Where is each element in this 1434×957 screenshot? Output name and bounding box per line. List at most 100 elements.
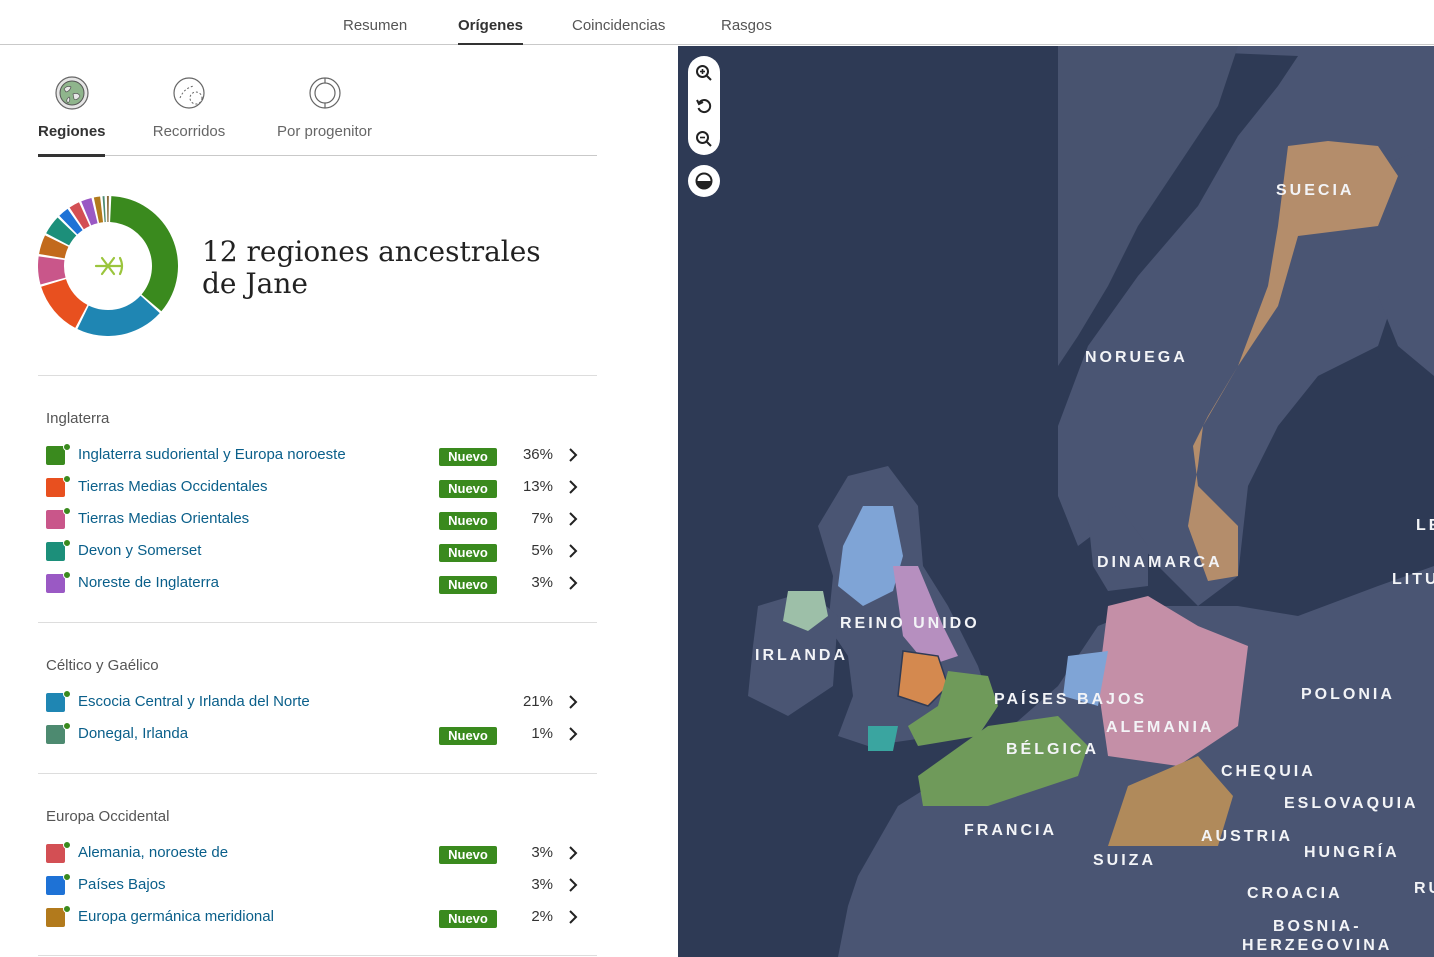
subtab-regiones[interactable]: Regiones [38, 76, 106, 140]
map-label-chequia: CHEQUIA [1221, 763, 1316, 780]
donut-segment[interactable] [38, 256, 66, 285]
map-label-austria: AUSTRIA [1201, 828, 1294, 845]
zoom-controls [688, 56, 720, 155]
tab-resumen[interactable]: Resumen [343, 17, 407, 34]
zoom-in-button[interactable] [688, 56, 720, 89]
chevron-right-icon[interactable] [564, 693, 582, 711]
donut-segment[interactable] [102, 196, 106, 223]
new-indicator-dot [63, 475, 71, 483]
ethnicity-donut-chart[interactable] [38, 196, 178, 336]
new-indicator-dot [63, 841, 71, 849]
region-row[interactable]: Alemania, noroeste de Nuevo 3% [46, 841, 586, 865]
origins-panel: Regiones Recorridos Por progenitor 12 re… [0, 46, 677, 957]
new-badge: Nuevo [439, 910, 497, 928]
tab-rasgos[interactable]: Rasgos [721, 17, 772, 34]
subtab-divider [38, 155, 597, 156]
map-label-paises-bajos: PAÍSES BAJOS [994, 691, 1148, 708]
layer-toggle-button[interactable] [688, 165, 720, 197]
region-row[interactable]: Inglaterra sudoriental y Europa noroeste… [46, 443, 586, 467]
region-name[interactable]: Países Bajos [78, 876, 166, 893]
subtab-recorridos[interactable]: Recorridos [151, 76, 227, 140]
map-label-suiza: SUIZA [1093, 852, 1156, 869]
tab-coincidencias[interactable]: Coincidencias [572, 17, 665, 34]
chevron-right-icon[interactable] [564, 574, 582, 592]
region-row[interactable]: Devon y Somerset Nuevo 5% [46, 539, 586, 563]
region-swatch [46, 478, 65, 497]
region-name[interactable]: Tierras Medias Occidentales [78, 478, 268, 495]
new-indicator-dot [63, 507, 71, 515]
region-percent: 3% [531, 876, 553, 893]
reset-view-button[interactable] [688, 89, 720, 122]
map-label-belgica: BÉLGICA [1006, 741, 1099, 758]
chevron-right-icon[interactable] [564, 725, 582, 743]
donut-segment[interactable] [106, 196, 109, 223]
region-name[interactable]: Inglaterra sudoriental y Europa noroeste [78, 446, 346, 463]
region-percent: 2% [531, 908, 553, 925]
region-swatch [46, 876, 65, 895]
tab-origenes[interactable]: Orígenes [458, 17, 523, 34]
region-swatch [46, 574, 65, 593]
map-label-ru: RU [1414, 880, 1434, 897]
region-name[interactable]: Donegal, Irlanda [78, 725, 188, 742]
region-swatch [46, 725, 65, 744]
ethnicity-map[interactable]: SUECIA NORUEGA DINAMARCA REINO UNIDO IRL… [678, 46, 1434, 957]
new-indicator-dot [63, 571, 71, 579]
region-row[interactable]: Escocia Central y Irlanda del Norte 21% [46, 690, 586, 714]
layer-toggle-icon [695, 172, 713, 190]
chevron-right-icon[interactable] [564, 876, 582, 894]
region-row[interactable]: Donegal, Irlanda Nuevo 1% [46, 722, 586, 746]
region-percent: 7% [531, 510, 553, 527]
region-swatch [46, 542, 65, 561]
top-nav: Resumen Orígenes Coincidencias Rasgos [0, 0, 1434, 45]
chevron-right-icon[interactable] [564, 844, 582, 862]
new-badge: Nuevo [439, 727, 497, 745]
region-name[interactable]: Escocia Central y Irlanda del Norte [78, 693, 310, 710]
region-name[interactable]: Devon y Somerset [78, 542, 201, 559]
new-badge: Nuevo [439, 512, 497, 530]
map-label-francia: FRANCIA [964, 822, 1057, 839]
region-name[interactable]: Noreste de Inglaterra [78, 574, 219, 591]
region-row[interactable]: Noreste de Inglaterra Nuevo 3% [46, 571, 586, 595]
ancestry-leaf-icon [94, 256, 124, 276]
region-name[interactable]: Tierras Medias Orientales [78, 510, 249, 527]
map-label-reino-unido: REINO UNIDO [840, 615, 980, 632]
donut-segment[interactable] [110, 196, 178, 312]
chevron-right-icon[interactable] [564, 510, 582, 528]
zoom-out-button[interactable] [688, 122, 720, 155]
chevron-right-icon[interactable] [564, 446, 582, 464]
donut-segment[interactable] [41, 279, 88, 328]
new-indicator-dot [63, 722, 71, 730]
region-row[interactable]: Tierras Medias Occidentales Nuevo 13% [46, 475, 586, 499]
new-badge: Nuevo [439, 480, 497, 498]
group-title-europa-occidental: Europa Occidental [46, 808, 170, 825]
region-row[interactable]: Tierras Medias Orientales Nuevo 7% [46, 507, 586, 531]
region-percent: 3% [531, 844, 553, 861]
new-badge: Nuevo [439, 576, 497, 594]
region-swatch [46, 446, 65, 465]
chevron-right-icon[interactable] [564, 542, 582, 560]
divider [38, 955, 597, 956]
new-indicator-dot [63, 905, 71, 913]
journeys-icon [173, 77, 205, 109]
region-swatch [46, 510, 65, 529]
map-label-noruega: NORUEGA [1085, 349, 1188, 366]
divider [38, 773, 597, 774]
globe-icon [54, 76, 89, 110]
region-name[interactable]: Alemania, noroeste de [78, 844, 228, 861]
map-label-le: LE [1416, 517, 1434, 534]
divider [38, 375, 597, 376]
chevron-right-icon[interactable] [564, 908, 582, 926]
active-tab-underline [458, 43, 523, 45]
zoom-in-icon [696, 64, 712, 81]
new-badge: Nuevo [439, 846, 497, 864]
region-percent: 1% [531, 725, 553, 742]
subtab-label: Por progenitor [276, 123, 373, 140]
chevron-right-icon[interactable] [564, 478, 582, 496]
donut-segment[interactable] [77, 295, 160, 336]
subtab-por-progenitor[interactable]: Por progenitor [275, 76, 374, 140]
region-percent: 36% [522, 446, 553, 463]
region-row[interactable]: Países Bajos 3% [46, 873, 586, 897]
region-row[interactable]: Europa germánica meridional Nuevo 2% [46, 905, 586, 929]
regions-headline: 12 regiones ancestrales de Jane [202, 235, 541, 300]
region-name[interactable]: Europa germánica meridional [78, 908, 274, 925]
